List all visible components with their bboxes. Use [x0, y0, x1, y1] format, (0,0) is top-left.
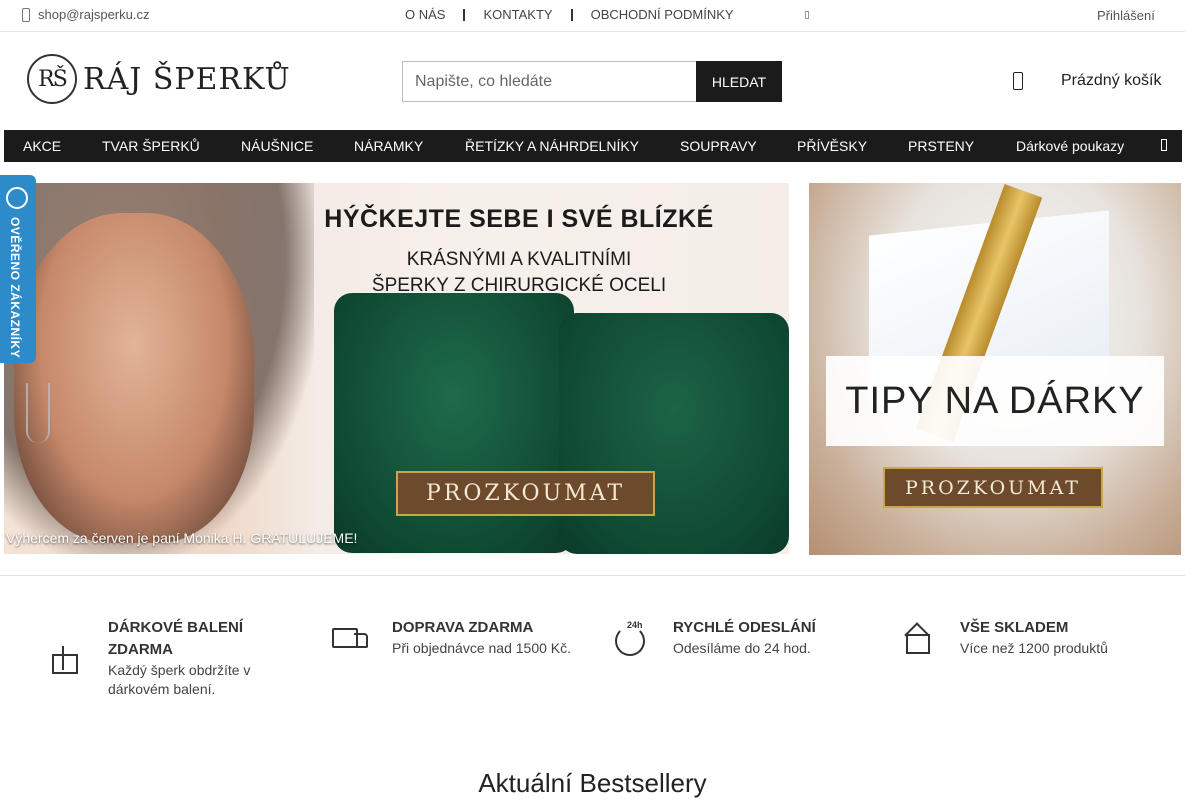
separator [570, 8, 573, 21]
contact-email[interactable]: shop@rajsperku.cz [22, 7, 149, 22]
feature-desc: Při objednávce nad 1500 Kč. [392, 640, 572, 656]
feature-fast-dispatch: RYCHLÉ ODESLÁNÍ Odesíláme do 24 hod. [613, 617, 816, 658]
feature-gift-wrapping: DÁRKOVÉ BALENÍ ZDARMA Každý šperk obdrží… [48, 617, 278, 699]
search-button[interactable]: HLEDAT [696, 61, 782, 102]
main-nav: AKCE TVAR ŠPERKŮ NÁUŠNICE NÁRAMKY ŘETÍZK… [4, 130, 1182, 162]
cart[interactable]: Prázdný košík [1013, 72, 1161, 90]
nav-item-privesky[interactable]: PŘÍVĚSKY [797, 138, 867, 154]
hero-banner[interactable]: HÝČKEJTE SEBE I SVÉ BLÍZKÉ KRÁSNÝMI A KV… [4, 183, 789, 554]
logo[interactable]: RŠ RÁJ ŠPERKŮ [27, 54, 291, 104]
divider [0, 575, 1185, 576]
gift-tips-explore-button[interactable]: PROZKOUMAT [883, 467, 1103, 508]
banner-model-face [14, 213, 254, 543]
green-gift-box [559, 313, 789, 554]
search-form: HLEDAT [402, 61, 782, 102]
verified-seal-icon [6, 187, 28, 209]
search-input[interactable] [402, 61, 696, 102]
verified-badge-text: OVĚŘENO ZÁKAZNÍKY [8, 217, 22, 359]
feature-in-stock: VŠE SKLADEM Více než 1200 produktů [900, 617, 1108, 658]
link-o-nas[interactable]: O NÁS [405, 7, 445, 22]
feature-free-shipping: DOPRAVA ZDARMA Při objednávce nad 1500 K… [332, 617, 571, 658]
earring-image [26, 383, 50, 443]
feature-title: DÁRKOVÉ BALENÍ ZDARMA [108, 619, 244, 658]
bestsellers-heading: Aktuální Bestsellery [478, 768, 707, 798]
top-bar: shop@rajsperku.cz O NÁS KONTAKTY OBCHODN… [0, 0, 1185, 32]
nav-more-icon[interactable] [1161, 139, 1167, 151]
top-links: O NÁS KONTAKTY OBCHODNÍ PODMÍNKY [405, 7, 734, 22]
hero-subline: KRÁSNÝMI A KVALITNÍMI ŠPERKY Z CHIRURGIC… [359, 247, 679, 299]
feature-title: VŠE SKLADEM [960, 619, 1069, 636]
mini-icon[interactable] [805, 11, 809, 19]
login-link[interactable]: Přihlášení [1097, 8, 1155, 23]
logo-text: RÁJ ŠPERKŮ [83, 61, 291, 97]
hero-headline: HÝČKEJTE SEBE I SVÉ BLÍZKÉ [324, 205, 714, 233]
gift-tips-banner[interactable]: TIPY NA DÁRKY PROZKOUMAT [809, 183, 1181, 555]
nav-item-soupravy[interactable]: SOUPRAVY [680, 138, 757, 154]
house-icon [900, 622, 932, 654]
clock-24h-icon [613, 620, 645, 656]
feature-title: DOPRAVA ZDARMA [392, 619, 534, 636]
winner-text: Výhercem za červen je paní Monika H. GRA… [6, 530, 358, 546]
link-obchodni-podminky[interactable]: OBCHODNÍ PODMÍNKY [591, 7, 734, 22]
feature-desc: Více než 1200 produktů [960, 640, 1108, 656]
separator [463, 8, 466, 21]
hero-subline-1: KRÁSNÝMI A KVALITNÍMI [406, 249, 632, 270]
nav-item-tvar-sperku[interactable]: TVAR ŠPERKŮ [102, 138, 200, 154]
phone-icon [22, 7, 30, 22]
feature-desc: Každý šperk obdržíte v dárkovém balení. [108, 662, 251, 697]
nav-item-nausnice[interactable]: NÁUŠNICE [241, 138, 313, 154]
nav-item-naramky[interactable]: NÁRAMKY [354, 138, 423, 154]
feature-title: RYCHLÉ ODESLÁNÍ [673, 619, 816, 636]
site-header: RŠ RÁJ ŠPERKŮ HLEDAT Prázdný košík [0, 32, 1185, 130]
feature-desc: Odesíláme do 24 hod. [673, 640, 811, 656]
hero-explore-button[interactable]: PROZKOUMAT [396, 471, 655, 516]
nav-item-akce[interactable]: AKCE [23, 138, 61, 154]
nav-item-darkove-poukazy[interactable]: Dárkové poukazy [1016, 138, 1124, 154]
verified-customers-badge[interactable]: OVĚŘENO ZÁKAZNÍKY [0, 175, 36, 363]
cart-label[interactable]: Prázdný košík [1061, 72, 1161, 90]
nav-item-prsteny[interactable]: PRSTENY [908, 138, 974, 154]
link-kontakty[interactable]: KONTAKTY [483, 7, 552, 22]
cart-icon[interactable] [1013, 72, 1023, 90]
hero-subline-2: ŠPERKY Z CHIRURGICKÉ OCELI [371, 275, 667, 296]
logo-mark-icon: RŠ [27, 54, 77, 104]
truck-icon [332, 622, 368, 654]
gift-icon [48, 642, 80, 674]
email-text[interactable]: shop@rajsperku.cz [38, 7, 149, 22]
gift-tips-title: TIPY NA DÁRKY [826, 356, 1164, 446]
nav-item-retizky[interactable]: ŘETÍZKY A NÁHRDELNÍKY [465, 138, 639, 154]
